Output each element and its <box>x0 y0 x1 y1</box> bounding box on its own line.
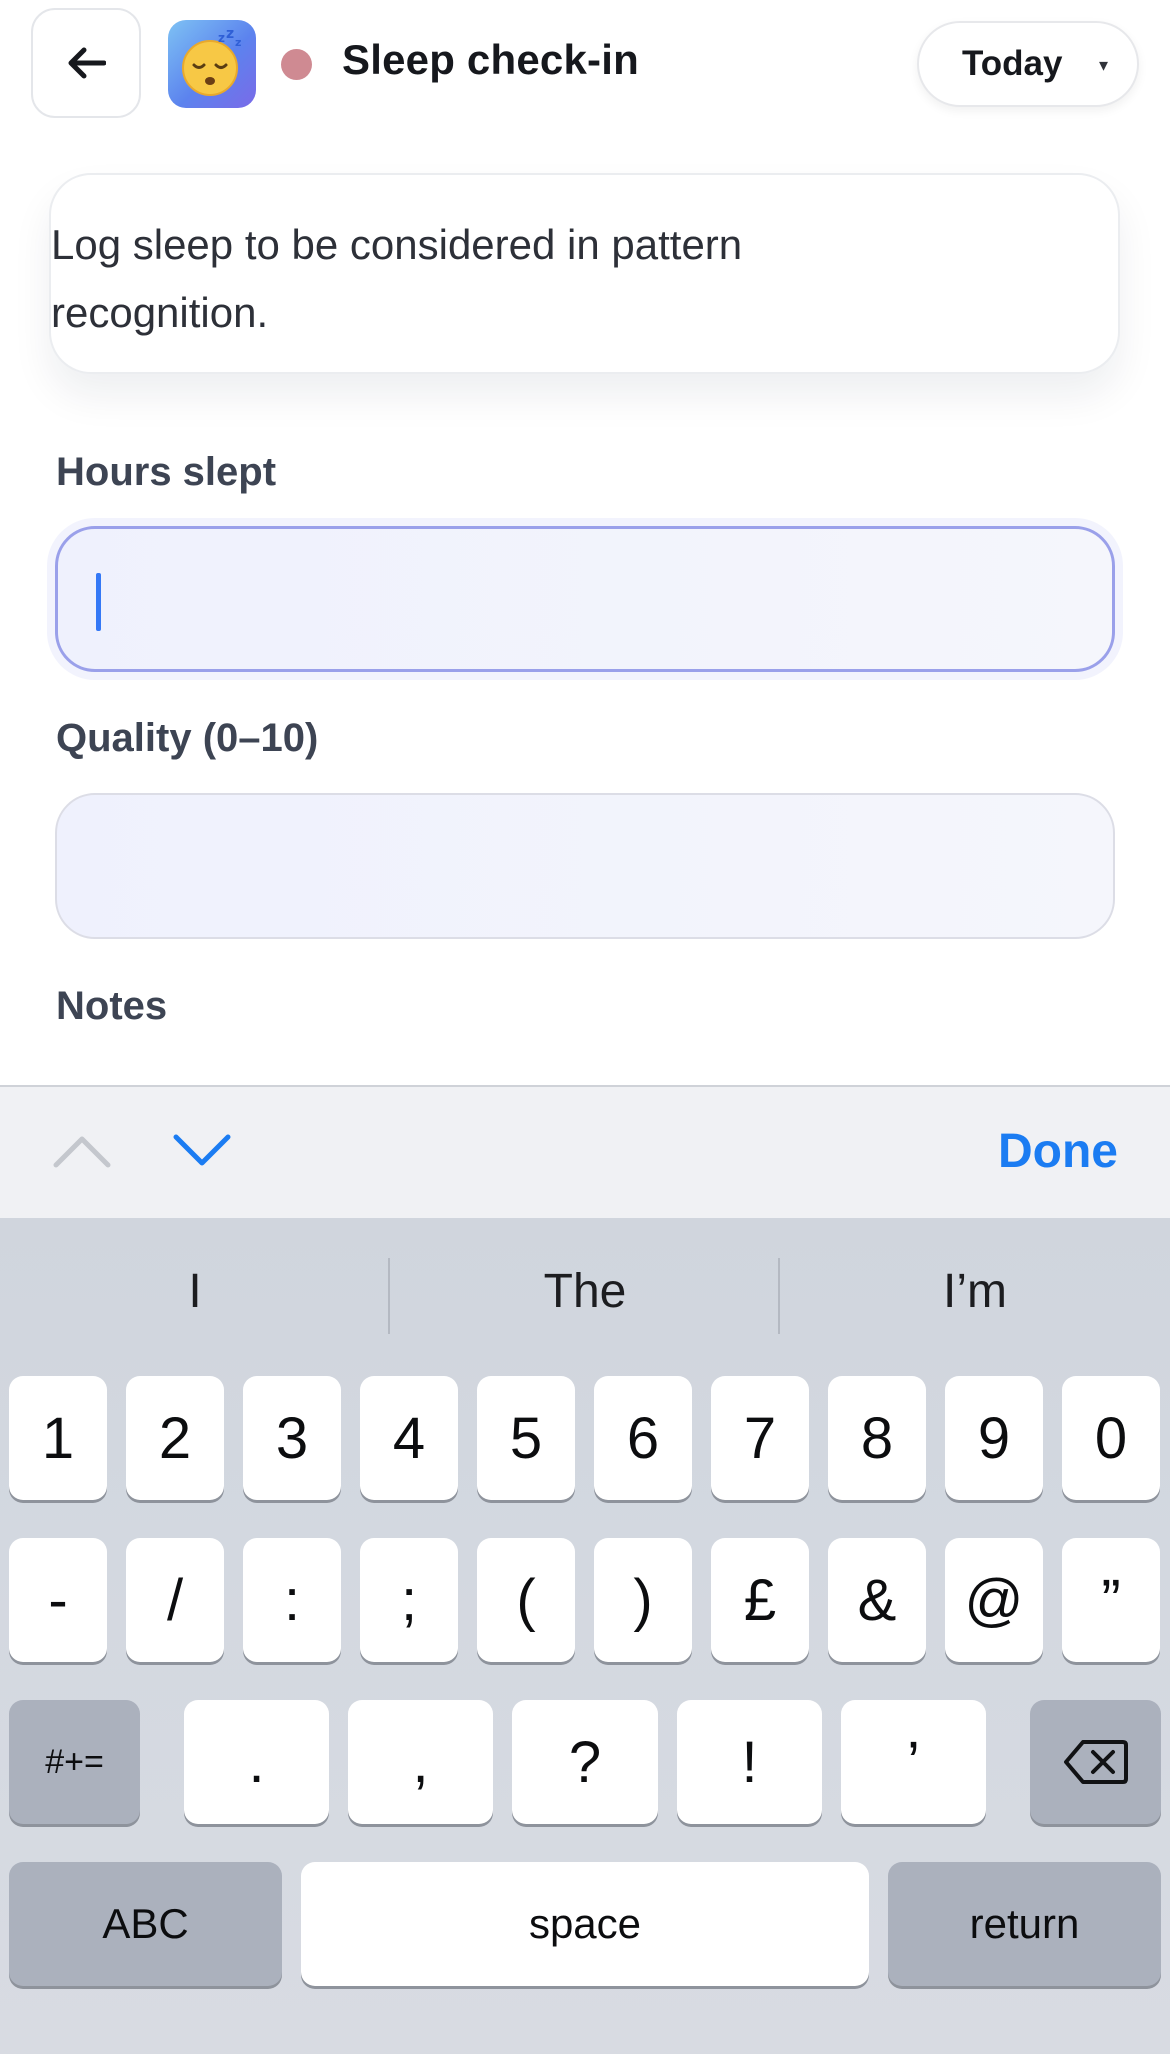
key-2[interactable]: 2 <box>126 1376 224 1500</box>
key-9[interactable]: 9 <box>945 1376 1043 1500</box>
status-dot <box>281 49 312 80</box>
hours-slept-input[interactable] <box>55 526 1115 672</box>
key-return[interactable]: return <box>888 1862 1161 1986</box>
back-button[interactable] <box>31 8 141 118</box>
key-hyphen[interactable]: - <box>9 1538 107 1662</box>
key-8[interactable]: 8 <box>828 1376 926 1500</box>
key-close-paren[interactable]: ) <box>594 1538 692 1662</box>
key-6[interactable]: 6 <box>594 1376 692 1500</box>
key-space[interactable]: space <box>301 1862 869 1986</box>
suggestion-item[interactable]: The <box>390 1264 780 1319</box>
key-abc[interactable]: ABC <box>9 1862 282 1986</box>
key-comma[interactable]: , <box>348 1700 493 1824</box>
key-1[interactable]: 1 <box>9 1376 107 1500</box>
suggestion-bar: I The I’m <box>0 1218 1170 1368</box>
date-selector-label: Today <box>962 44 1063 83</box>
backspace-icon <box>1063 1740 1128 1784</box>
keyboard: I The I’m 1 2 3 4 5 6 7 8 9 0 - / : ; ( … <box>0 1218 1170 2054</box>
key-semicolon[interactable]: ; <box>360 1538 458 1662</box>
chevron-down-icon[interactable] <box>172 1131 232 1171</box>
suggestion-item[interactable]: I’m <box>780 1264 1170 1319</box>
key-open-paren[interactable]: ( <box>477 1538 575 1662</box>
quality-input[interactable] <box>55 793 1115 939</box>
notes-label: Notes <box>56 984 168 1028</box>
key-3[interactable]: 3 <box>243 1376 341 1500</box>
key-period[interactable]: . <box>184 1700 329 1824</box>
key-quote[interactable]: ” <box>1062 1538 1160 1662</box>
key-pound[interactable]: £ <box>711 1538 809 1662</box>
text-cursor <box>96 573 101 631</box>
key-0[interactable]: 0 <box>1062 1376 1160 1500</box>
keyboard-accessory-bar: Done <box>0 1085 1170 1218</box>
svg-text:z: z <box>226 28 234 42</box>
key-7[interactable]: 7 <box>711 1376 809 1500</box>
key-ampersand[interactable]: & <box>828 1538 926 1662</box>
key-4[interactable]: 4 <box>360 1376 458 1500</box>
arrow-left-icon <box>68 47 106 79</box>
key-at[interactable]: @ <box>945 1538 1043 1662</box>
key-more-symbols[interactable]: #+= <box>9 1700 140 1824</box>
date-selector-button[interactable]: Today ▾ <box>917 21 1139 107</box>
hours-slept-label: Hours slept <box>56 450 277 494</box>
quality-label: Quality (0–10) <box>56 716 319 760</box>
key-slash[interactable]: / <box>126 1538 224 1662</box>
key-5[interactable]: 5 <box>477 1376 575 1500</box>
sleeping-face-icon: z z z <box>168 20 256 108</box>
svg-text:z: z <box>235 36 241 49</box>
key-apostrophe[interactable]: ’ <box>841 1700 986 1824</box>
info-card: Log sleep to be considered in pattern re… <box>49 173 1120 374</box>
done-button[interactable]: Done <box>998 1124 1118 1179</box>
header: z z z Sleep check-in Today ▾ <box>0 0 1170 130</box>
suggestion-item[interactable]: I <box>0 1264 390 1319</box>
chevron-up-icon[interactable] <box>52 1131 112 1171</box>
key-colon[interactable]: : <box>243 1538 341 1662</box>
caret-down-icon: ▾ <box>1099 55 1109 75</box>
svg-text:z: z <box>218 31 225 45</box>
page-title: Sleep check-in <box>342 36 639 83</box>
delete-key[interactable] <box>1030 1700 1161 1824</box>
key-exclamation[interactable]: ! <box>677 1700 822 1824</box>
key-question[interactable]: ? <box>512 1700 658 1824</box>
info-text: Log sleep to be considered in pattern re… <box>51 221 743 336</box>
